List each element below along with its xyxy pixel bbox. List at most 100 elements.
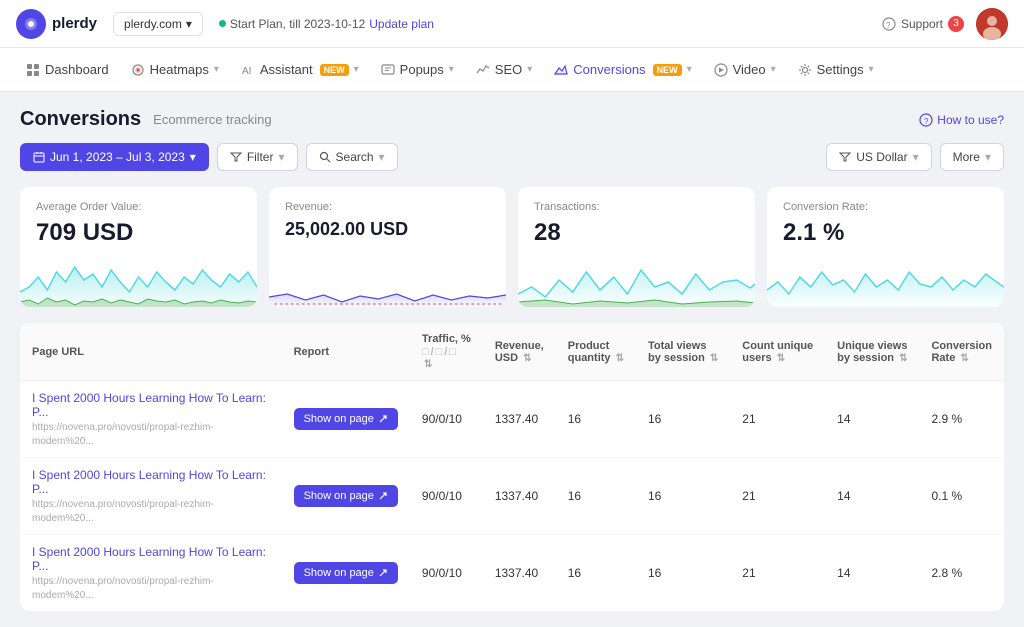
brand-name: plerdy — [52, 15, 97, 32]
metric-value-transactions: 28 — [534, 219, 739, 247]
nav-item-conversions[interactable]: Conversions NEW ▾ — [544, 56, 701, 83]
show-on-page-button-1[interactable]: Show on page — [294, 485, 398, 507]
show-on-page-button-0[interactable]: Show on page — [294, 408, 398, 430]
col-total-views: Total viewsby session ⇅ — [636, 323, 730, 381]
metric-card-conversion-rate: Conversion Rate: 2.1 % — [767, 187, 1004, 307]
sort-icon[interactable]: ⇅ — [424, 359, 432, 370]
metric-value-revenue: 25,002.00 USD — [285, 219, 490, 240]
filter-icon — [839, 151, 851, 163]
nav-item-dashboard[interactable]: Dashboard — [16, 56, 119, 83]
user-avatar[interactable] — [976, 8, 1008, 40]
col-revenue: Revenue,USD ⇅ — [483, 323, 556, 381]
cell-revenue-1: 1337.40 — [483, 458, 556, 535]
chart-svg-revenue — [269, 252, 506, 307]
table-card: Page URL Report Traffic, % □ / □ / □ — [20, 323, 1004, 611]
col-conversion-rate: ConversionRate ⇅ — [919, 323, 1004, 381]
col-label-traffic: Traffic, % — [422, 333, 471, 345]
search-icon — [319, 151, 331, 163]
page-url-link-0[interactable]: I Spent 2000 Hours Learning How To Learn… — [32, 391, 270, 419]
show-on-page-button-2[interactable]: Show on page — [294, 562, 398, 584]
metric-value-conversion-rate: 2.1 % — [783, 219, 988, 247]
data-table: Page URL Report Traffic, % □ / □ / □ — [20, 323, 1004, 611]
plan-text: Start Plan, till 2023-10-12 — [230, 17, 365, 31]
sort-icon-cr[interactable]: ⇅ — [960, 353, 968, 364]
page-header: Conversions Ecommerce tracking ? How to … — [20, 108, 1004, 131]
cell-revenue-0: 1337.40 — [483, 381, 556, 458]
page-url-sub-0: https://novena.pro/novosti/propal-rezhim… — [32, 422, 214, 447]
sort-icon-total-views[interactable]: ⇅ — [710, 353, 718, 364]
nav-item-seo[interactable]: SEO ▾ — [466, 56, 543, 83]
avatar-image — [976, 8, 1008, 40]
svg-text:?: ? — [886, 21, 891, 30]
new-badge-assistant: NEW — [320, 64, 349, 76]
sort-icon-unique-views[interactable]: ⇅ — [899, 353, 907, 364]
more-label: More — [953, 150, 980, 164]
support-button[interactable]: ? Support 3 — [882, 16, 964, 32]
page-url-link-2[interactable]: I Spent 2000 Hours Learning How To Learn… — [32, 545, 270, 573]
col-label-report: Report — [294, 346, 329, 358]
search-label: Search — [336, 150, 374, 164]
seo-icon — [476, 63, 490, 77]
sort-icon-unique-users[interactable]: ⇅ — [777, 353, 785, 364]
table-row: I Spent 2000 Hours Learning How To Learn… — [20, 535, 1004, 612]
currency-button[interactable]: US Dollar ▾ — [826, 143, 931, 171]
date-range-label: Jun 1, 2023 – Jul 3, 2023 — [50, 150, 185, 164]
cell-total-views-0: 16 — [636, 381, 730, 458]
main-content: Conversions Ecommerce tracking ? How to … — [0, 92, 1024, 627]
chevron-down-icon: ▾ — [869, 64, 874, 75]
nav-item-heatmaps[interactable]: Heatmaps ▾ — [121, 56, 229, 83]
new-badge-conversions: NEW — [653, 64, 682, 76]
search-button[interactable]: Search ▾ — [306, 143, 398, 171]
icon-speech: □ — [449, 346, 456, 358]
sort-icon-qty[interactable]: ⇅ — [616, 353, 624, 364]
external-link-icon — [378, 568, 388, 578]
video-icon — [714, 63, 728, 77]
nav-item-popups[interactable]: Popups ▾ — [371, 56, 464, 83]
cell-page-url-2: I Spent 2000 Hours Learning How To Learn… — [20, 535, 282, 612]
cell-unique-users-0: 21 — [730, 381, 825, 458]
nav-label-settings: Settings — [817, 62, 864, 77]
navbar: Dashboard Heatmaps ▾ AI Assistant NEW ▾ … — [0, 48, 1024, 92]
cell-qty-0: 16 — [556, 381, 636, 458]
brand-logo[interactable]: plerdy — [16, 9, 97, 39]
icon-box: □ — [422, 346, 429, 358]
update-plan-link[interactable]: Update plan — [369, 17, 434, 31]
col-report: Report — [282, 323, 410, 381]
page-subtitle: Ecommerce tracking — [153, 112, 271, 127]
support-label: Support — [901, 17, 943, 31]
filter-button[interactable]: Filter ▾ — [217, 143, 298, 171]
cell-report-1: Show on page — [282, 458, 410, 535]
nav-label-heatmaps: Heatmaps — [150, 62, 209, 77]
metric-card-aov: Average Order Value: 709 USD — [20, 187, 257, 307]
nav-item-settings[interactable]: Settings ▾ — [788, 56, 884, 83]
chevron-down-icon: ▾ — [214, 64, 219, 75]
chevron-down-icon: ▾ — [449, 64, 454, 75]
sort-icon-revenue[interactable]: ⇅ — [523, 353, 531, 364]
cell-cr-2: 2.8 % — [919, 535, 1004, 612]
cell-cr-0: 2.9 % — [919, 381, 1004, 458]
heatmaps-icon — [131, 63, 145, 77]
page-header-left: Conversions Ecommerce tracking — [20, 108, 272, 131]
date-range-button[interactable]: Jun 1, 2023 – Jul 3, 2023 ▾ — [20, 143, 209, 171]
support-badge: 3 — [948, 16, 964, 32]
more-button[interactable]: More ▾ — [940, 143, 1004, 171]
page-url-sub-2: https://novena.pro/novosti/propal-rezhim… — [32, 576, 214, 601]
nav-item-video[interactable]: Video ▾ — [704, 56, 786, 83]
cell-unique-views-0: 14 — [825, 381, 919, 458]
how-to-button[interactable]: ? How to use? — [919, 113, 1004, 127]
help-icon: ? — [919, 113, 933, 127]
filter-label: Filter — [247, 150, 274, 164]
nav-item-assistant[interactable]: AI Assistant NEW ▾ — [231, 56, 369, 83]
metrics-row: Average Order Value: 709 USD — [20, 187, 1004, 307]
currency-label: US Dollar — [856, 150, 907, 164]
support-icon: ? — [882, 17, 896, 31]
cell-traffic-1: 90/0/10 — [410, 458, 483, 535]
site-selector[interactable]: plerdy.com ▾ — [113, 12, 203, 36]
metric-chart-conversion-rate — [767, 252, 1004, 307]
conversions-icon — [554, 63, 568, 77]
chevron-down-icon: ▾ — [278, 150, 284, 164]
metric-label-revenue: Revenue: — [285, 201, 490, 213]
chevron-down-icon: ▾ — [186, 17, 192, 31]
chevron-down-icon: ▾ — [687, 64, 692, 75]
page-url-link-1[interactable]: I Spent 2000 Hours Learning How To Learn… — [32, 468, 270, 496]
